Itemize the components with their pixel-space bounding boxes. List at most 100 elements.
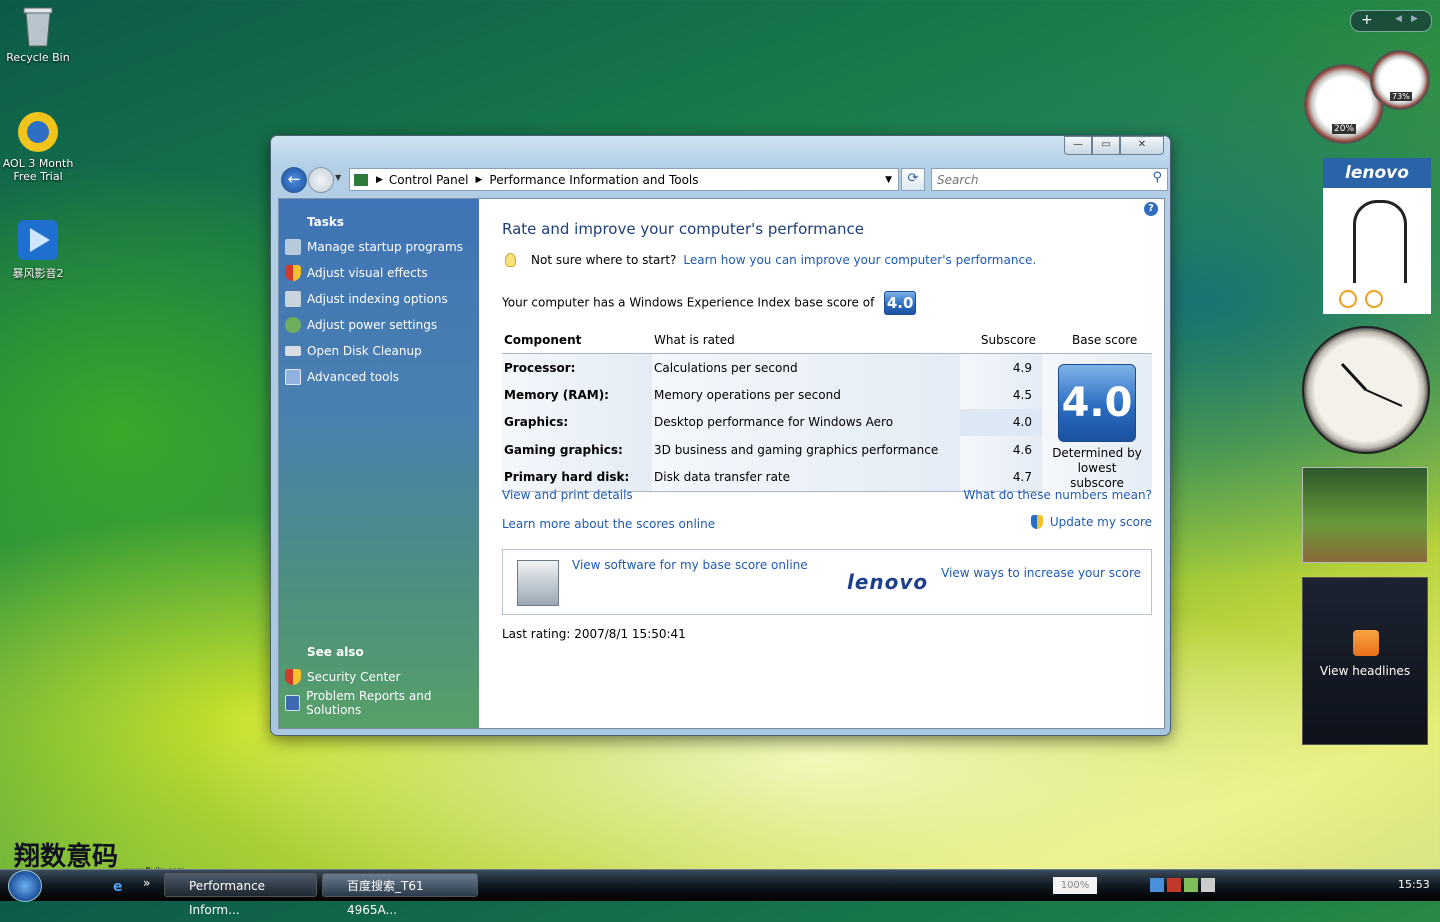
see-also-security-center[interactable]: Security Center	[285, 667, 400, 687]
caption-buttons: — ▭ ✕	[1064, 136, 1164, 155]
breadcrumb-separator-icon: ▶	[475, 174, 483, 185]
refresh-button[interactable]: ⟳	[901, 168, 925, 191]
shield-icon	[285, 265, 301, 281]
task-visual-effects[interactable]: Adjust visual effects	[285, 263, 428, 283]
task-disk-cleanup[interactable]: Open Disk Cleanup	[285, 341, 422, 361]
subscore-cell: 4.6	[960, 435, 1042, 464]
see-also-label: Security Center	[307, 670, 401, 684]
base-score-big-badge: 4.0	[1058, 364, 1136, 442]
see-also-problem-reports[interactable]: Problem Reports and Solutions	[285, 689, 479, 717]
advanced-tools-icon	[285, 369, 301, 385]
header-base-score: Base score	[1042, 327, 1152, 354]
tray-volume-icon[interactable]	[1201, 878, 1215, 892]
ie-quicklaunch-icon[interactable]: e	[113, 879, 123, 895]
recycle-bin-icon[interactable]: Recycle Bin	[0, 4, 76, 64]
base-score-caption: Determined by lowest subscore	[1052, 446, 1142, 490]
back-button[interactable]: ←	[281, 167, 307, 193]
software-box: View software for my base score online l…	[502, 549, 1152, 615]
view-software-link[interactable]: View software for my base score online	[572, 558, 808, 572]
close-button[interactable]: ✕	[1120, 136, 1164, 155]
task-label: Advanced tools	[307, 370, 400, 384]
taskbar-button-baidu[interactable]: 百度搜索_T61 4965A...	[322, 873, 478, 917]
forward-button[interactable]	[308, 167, 334, 193]
header-component: Component	[502, 327, 652, 354]
back-arrow-icon: ←	[287, 170, 301, 188]
recent-pages-dropdown[interactable]: ▼	[335, 173, 341, 182]
lenovo-banner: lenovo	[1323, 158, 1431, 188]
subscore-cell-lowest: 4.0	[960, 408, 1042, 436]
what-numbers-mean-link[interactable]: What do these numbers mean?	[963, 488, 1152, 502]
taskbar-button-label: 百度搜索_T61 4965A...	[347, 879, 424, 917]
main-panel: Rate and improve your computer's perform…	[502, 199, 1154, 728]
refresh-icon: ⟳	[907, 171, 919, 186]
pause-icon[interactable]	[1339, 290, 1357, 308]
add-gadget-icon[interactable]: +	[1361, 12, 1373, 28]
update-score-row[interactable]: Update my score	[1030, 515, 1152, 529]
task-advanced-tools[interactable]: Advanced tools	[285, 367, 399, 387]
breadcrumb-control-panel[interactable]: Control Panel	[389, 173, 469, 187]
cpu-value: 20%	[1332, 124, 1357, 134]
quicklaunch-more-icon[interactable]: »	[143, 876, 150, 890]
minimize-button[interactable]: —	[1064, 136, 1092, 155]
table-row: Processor: Calculations per second 4.9 4…	[502, 353, 1152, 491]
tray-power-icon[interactable]	[1184, 878, 1198, 892]
last-rating: Last rating: 2007/8/1 15:50:41	[502, 627, 686, 641]
taskbar-button-performance[interactable]: Performance Inform...	[164, 873, 317, 917]
page-title: Rate and improve your computer's perform…	[502, 220, 864, 238]
task-indexing[interactable]: Adjust indexing options	[285, 289, 448, 309]
software-box-icon	[517, 560, 559, 606]
slideshow-gadget[interactable]: lenovo	[1323, 158, 1431, 314]
task-label: Open Disk Cleanup	[307, 344, 422, 358]
task-manage-startup[interactable]: Manage startup programs	[285, 237, 463, 257]
task-label: Adjust visual effects	[307, 266, 428, 280]
search-box: ⚲	[931, 168, 1168, 191]
table-header: Component What is rated Subscore Base sc…	[502, 327, 1152, 354]
gadget-prev-icon[interactable]: ◀	[1395, 14, 1402, 24]
maximize-button[interactable]: ▭	[1092, 136, 1120, 155]
component-cell: Primary hard disk:	[502, 463, 652, 492]
tray-icons	[1150, 878, 1215, 892]
address-bar[interactable]: ▶ Control Panel ▶ Performance Informatio…	[349, 168, 899, 191]
gadget-toolbar: + ◀ ▶	[1350, 10, 1432, 32]
task-label: Adjust indexing options	[307, 292, 448, 306]
stop-icon[interactable]	[1365, 290, 1383, 308]
base-score-line: Your computer has a Windows Experience I…	[502, 291, 917, 315]
base-score-text: Your computer has a Windows Experience I…	[502, 295, 875, 310]
view-print-details-link[interactable]: View and print details	[502, 488, 633, 502]
ram-gauge: 73%	[1370, 50, 1430, 110]
headset-image	[1353, 200, 1407, 283]
search-input[interactable]	[932, 169, 1139, 190]
breadcrumb-performance[interactable]: Performance Information and Tools	[489, 173, 698, 187]
aol-trial-icon[interactable]: AOL 3 Month Free Trial	[0, 110, 76, 183]
cpu-meter-gadget[interactable]: 20% 73%	[1300, 50, 1430, 145]
storm-player-icon[interactable]: 暴风影音2	[0, 218, 76, 281]
address-dropdown-icon[interactable]: ▼	[885, 175, 892, 185]
task-power-settings[interactable]: Adjust power settings	[285, 315, 437, 335]
taskbar: e » Performance Inform... 百度搜索_T61 4965A…	[0, 869, 1440, 917]
watermark: 翔数意码 www.flyiky.com	[14, 836, 185, 875]
increase-score-link[interactable]: View ways to increase your score	[941, 566, 1141, 580]
indexing-icon	[285, 291, 301, 307]
feed-headlines-gadget[interactable]: View headlines	[1302, 577, 1428, 745]
component-cell: Memory (RAM):	[502, 381, 652, 409]
see-also-heading: See also	[307, 645, 364, 659]
learn-more-scores-link[interactable]: Learn more about the scores online	[502, 517, 715, 531]
trash-icon	[16, 4, 60, 48]
zoom-indicator[interactable]: 100%	[1053, 877, 1097, 894]
power-icon	[285, 317, 301, 333]
component-cell: Gaming graphics:	[502, 435, 652, 464]
start-button[interactable]	[8, 870, 42, 902]
task-label: Manage startup programs	[307, 240, 463, 254]
security-shield-icon	[285, 669, 301, 685]
tray-security-icon[interactable]	[1167, 878, 1181, 892]
improve-performance-link[interactable]: Learn how you can improve your computer'…	[683, 253, 1036, 267]
see-also-label: Problem Reports and Solutions	[306, 689, 432, 717]
clock[interactable]: 15:53	[1398, 878, 1430, 891]
recycle-bin-label: Recycle Bin	[6, 51, 70, 64]
search-icon[interactable]: ⚲	[1152, 170, 1162, 185]
tray-network-icon[interactable]	[1150, 878, 1164, 892]
rated-cell: Disk data transfer rate	[652, 463, 960, 492]
watermark-text: 翔数意码	[14, 842, 119, 872]
picture-gadget[interactable]	[1302, 467, 1428, 563]
gadget-next-icon[interactable]: ▶	[1411, 14, 1418, 24]
